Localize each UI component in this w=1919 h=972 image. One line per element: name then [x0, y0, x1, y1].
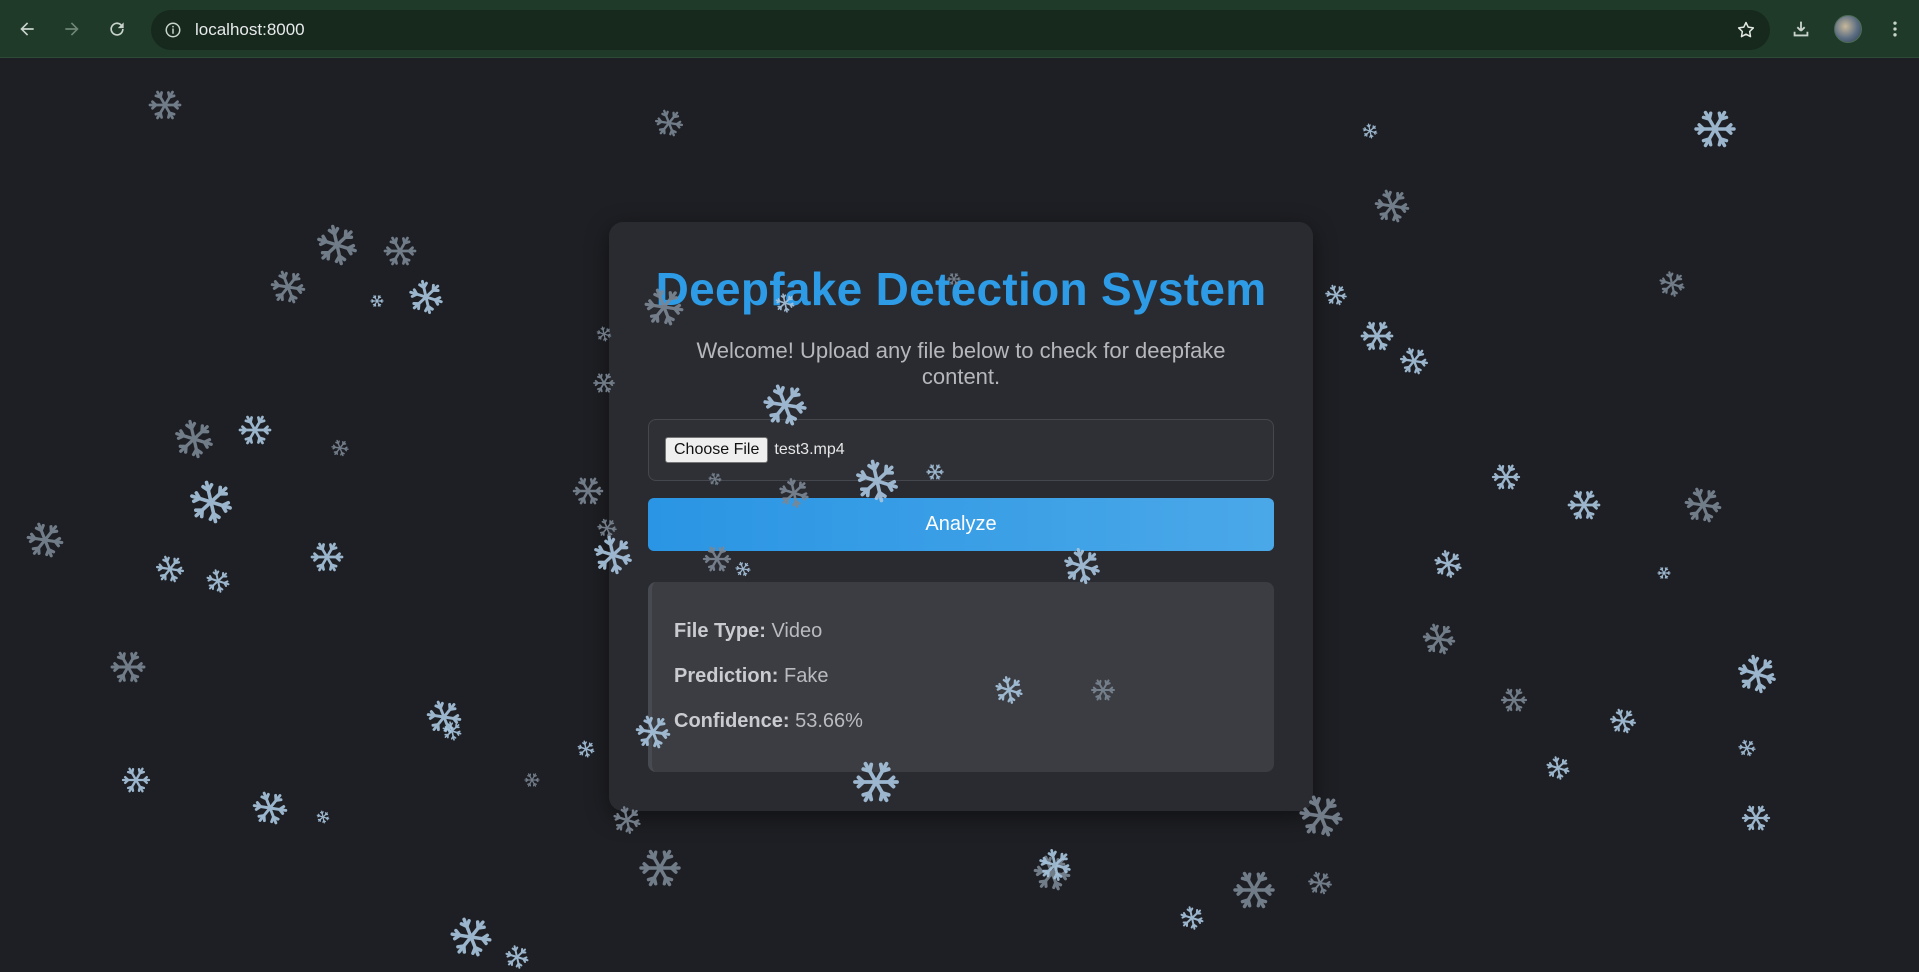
url-text[interactable]: localhost:8000	[195, 20, 305, 40]
snowflake-icon	[238, 415, 272, 445]
upload-card: Deepfake Detection System Welcome! Uploa…	[609, 222, 1313, 811]
confidence-value: 53.66%	[795, 710, 863, 732]
snowflake-icon	[1374, 189, 1410, 223]
profile-button[interactable]	[1831, 12, 1865, 46]
snowflake-icon	[1399, 347, 1429, 375]
arrow-right-icon	[65, 22, 79, 36]
snowflake-icon	[155, 555, 185, 583]
snowflake-icon	[409, 279, 443, 315]
file-type-value: Video	[771, 620, 823, 642]
snowflake-icon	[1360, 321, 1394, 351]
prediction-value: Fake	[784, 665, 829, 687]
snowflake-icon	[1308, 871, 1332, 895]
reload-icon	[110, 22, 124, 36]
info-icon[interactable]	[153, 10, 193, 50]
snowflake-icon	[331, 439, 349, 457]
kebab-menu-icon	[1893, 21, 1897, 37]
snowflake-icon	[572, 477, 604, 505]
choose-file-button[interactable]: Choose File	[665, 437, 769, 463]
snowflake-icon	[370, 295, 384, 307]
prediction-row: Prediction: Fake	[674, 665, 828, 688]
snowflake-icon	[1684, 487, 1722, 523]
snowflake-icon	[175, 419, 213, 459]
snowflake-icon	[26, 522, 64, 558]
back-button[interactable]	[10, 12, 44, 46]
snowflake-icon	[1741, 805, 1771, 831]
snowflake-icon	[252, 791, 288, 825]
snowflake-icon	[121, 767, 151, 793]
snowflake-icon	[1233, 871, 1275, 909]
address-bar[interactable]: localhost:8000	[151, 10, 1770, 50]
snowflake-icon	[310, 542, 344, 572]
arrow-left-icon	[20, 22, 34, 36]
snowflake-icon	[450, 917, 492, 957]
welcome-text: Welcome! Upload any file below to check …	[696, 338, 1226, 389]
file-input[interactable]: Choose File test3.mp4	[648, 419, 1274, 481]
snowflake-icon	[1491, 464, 1521, 490]
page-title: Deepfake Detection System	[655, 263, 1267, 315]
confidence-row: Confidence: 53.66%	[674, 710, 863, 733]
snowflake-icon	[524, 773, 540, 787]
snowflake-icon	[1694, 110, 1736, 148]
snowflake-icon	[1180, 906, 1204, 930]
snowflake-icon	[317, 224, 357, 266]
result-panel: File Type: Video Prediction: Fake Confid…	[648, 582, 1274, 772]
selected-file-name: test3.mp4	[774, 441, 845, 458]
snowflake-icon	[613, 806, 641, 834]
download-icon	[1793, 21, 1809, 37]
snowflake-icon	[270, 270, 306, 304]
menu-button[interactable]	[1878, 12, 1912, 46]
file-type-label: File Type:	[674, 620, 766, 642]
downloads-button[interactable]	[1784, 12, 1818, 46]
snowflake-icon	[1325, 284, 1347, 306]
prediction-label: Prediction:	[674, 665, 779, 687]
snowflake-icon	[505, 945, 529, 969]
snowflake-icon	[1567, 490, 1601, 520]
forward-button[interactable]	[55, 12, 89, 46]
file-type-row: File Type: Video	[674, 620, 822, 643]
avatar	[1834, 15, 1862, 43]
snowflake-icon	[1610, 708, 1636, 734]
snowflake-icon	[1500, 688, 1528, 712]
snowflake-icon	[190, 480, 232, 524]
snowflake-icon	[1362, 123, 1378, 139]
snowflake-icon	[110, 651, 146, 683]
snowflake-icon	[1738, 739, 1756, 757]
snowflake-icon	[1659, 271, 1685, 297]
snowflake-icon	[1434, 550, 1462, 578]
snowflake-icon	[1422, 623, 1456, 655]
reload-button[interactable]	[100, 12, 134, 46]
snowflake-icon	[148, 90, 182, 120]
snowflake-icon	[1033, 855, 1071, 891]
star-icon[interactable]	[1734, 18, 1758, 42]
snowflake-icon	[426, 700, 462, 734]
snowflake-icon	[206, 569, 230, 593]
snowflake-icon	[1738, 654, 1776, 694]
snowflake-icon	[1546, 756, 1570, 780]
snowflake-icon	[442, 721, 462, 741]
snowflake-icon	[1039, 849, 1071, 881]
snowflake-icon	[316, 810, 330, 824]
analyze-button[interactable]: Analyze	[648, 498, 1274, 551]
confidence-label: Confidence:	[674, 710, 790, 732]
browser-toolbar: localhost:8000	[0, 0, 1919, 58]
snowflake-icon	[639, 849, 681, 887]
snowflake-icon	[1657, 567, 1671, 579]
snowflake-icon	[383, 236, 417, 266]
page-content: Deepfake Detection System Welcome! Uploa…	[0, 59, 1919, 972]
snowflake-icon	[654, 109, 684, 137]
snowflake-icon	[577, 740, 595, 758]
